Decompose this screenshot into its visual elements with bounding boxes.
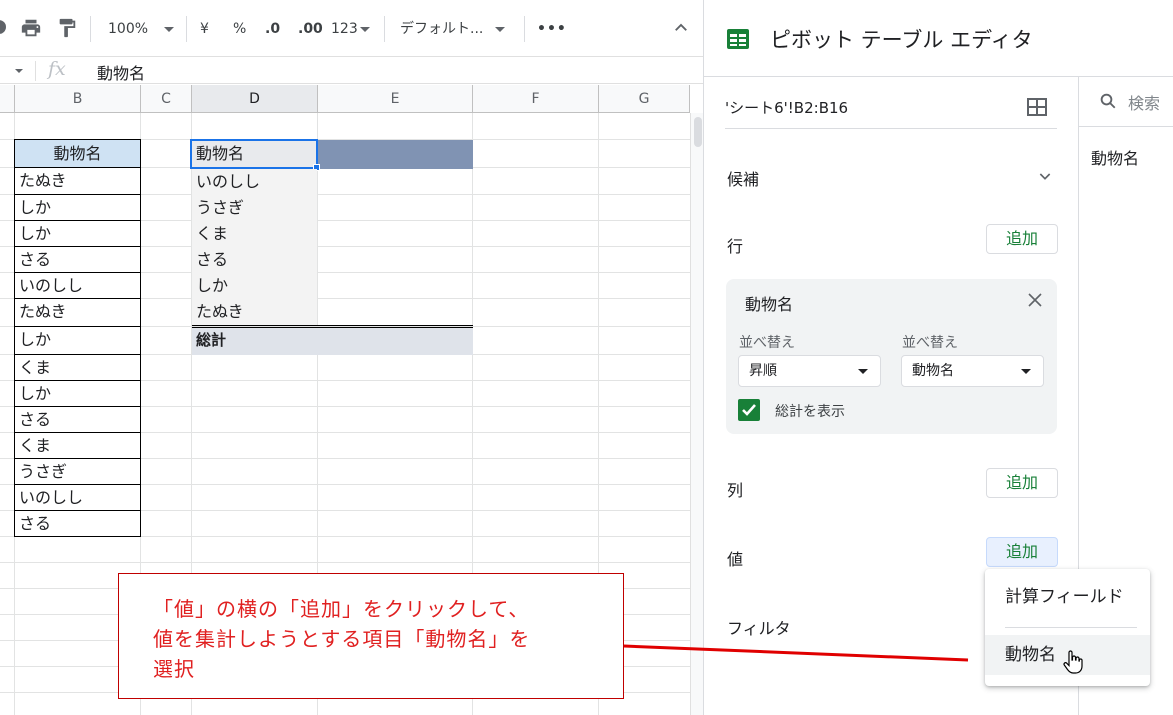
hand-cursor-icon (1063, 650, 1083, 674)
annotation-line: 値を集計しようとする項目「動物名」を (153, 627, 531, 651)
menu-item-calculated-field[interactable]: 計算フィールド (985, 577, 1150, 617)
menu-divider (1005, 627, 1137, 628)
values-add-menu: 計算フィールド 動物名 (985, 569, 1150, 686)
annotation-line: 選択 (153, 657, 195, 681)
annotation-line: 「値」の横の「追加」をクリックして、 (153, 597, 530, 621)
annotation-callout: 「値」の横の「追加」をクリックして、 値を集計しようとする項目「動物名」を 選択 (118, 573, 624, 699)
